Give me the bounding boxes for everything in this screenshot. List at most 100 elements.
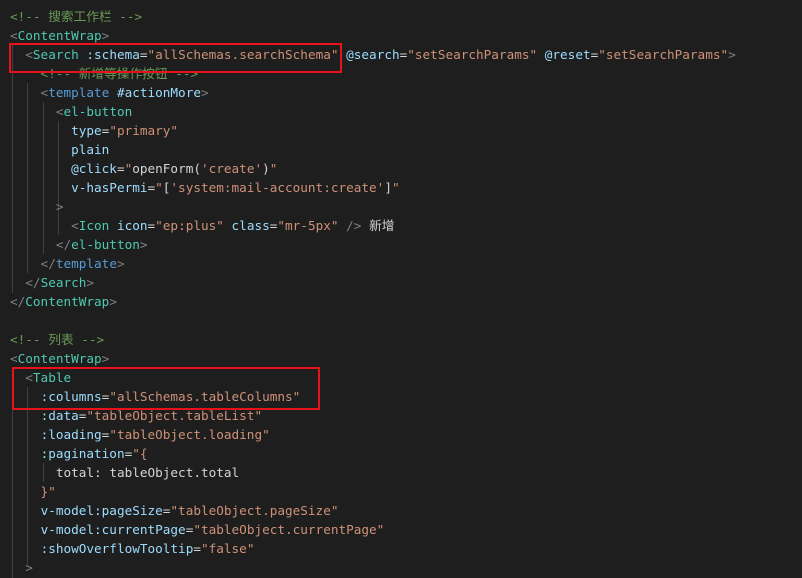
code-token: total: tableObject.total	[55, 465, 240, 480]
code-token: "{	[132, 446, 148, 461]
code-token: 'system:mail-account:create'	[170, 180, 385, 195]
code-editor[interactable]: <!-- 搜索工作栏 --> <ContentWrap> <Search :sch…	[0, 0, 802, 578]
code-line[interactable]: <ContentWrap>	[10, 349, 109, 368]
code-token: :schema	[86, 47, 140, 62]
code-token: v-model:currentPage	[40, 522, 186, 537]
code-token: class	[231, 218, 270, 233]
code-line[interactable]: <ContentWrap>	[10, 26, 109, 45]
code-token: >	[101, 351, 110, 366]
code-token: =	[193, 541, 201, 556]
code-token: :loading	[40, 427, 102, 442]
code-token: =	[147, 180, 156, 195]
code-token: Table	[32, 370, 72, 385]
code-line[interactable]: :columns="allSchemas.tableColumns"	[10, 387, 301, 406]
code-line[interactable]: @click="openForm('create')"	[10, 159, 277, 178]
code-line[interactable]: <Search :schema="allSchemas.searchSchema…	[10, 45, 736, 64]
code-token: "false"	[200, 541, 255, 556]
code-token: <!--	[10, 332, 49, 347]
code-token: <	[10, 351, 18, 366]
code-token: >	[10, 199, 64, 214]
code-line[interactable]: </el-button>	[10, 235, 148, 254]
code-token: >	[101, 28, 110, 43]
code-token: "mr-5px"	[277, 218, 339, 233]
code-token: Search	[40, 275, 87, 290]
code-line[interactable]: </Search>	[10, 273, 94, 292]
code-token: "	[155, 180, 163, 195]
code-token: Search	[32, 47, 79, 62]
code-line[interactable]: <Table	[10, 368, 71, 387]
code-token: @reset	[544, 47, 591, 62]
code-line[interactable]: >	[10, 558, 33, 577]
code-line[interactable]: :data="tableObject.tableList"	[10, 406, 263, 425]
code-token: :columns	[40, 389, 102, 404]
code-token: <!--	[10, 9, 49, 24]
code-token: ContentWrap	[25, 294, 110, 309]
code-line[interactable]: <!-- 列表 -->	[10, 330, 104, 349]
code-token: ContentWrap	[17, 28, 102, 43]
code-token: }"	[10, 484, 56, 499]
code-line[interactable]: :pagination="{	[10, 444, 148, 463]
code-token: type	[71, 123, 102, 138]
code-line[interactable]: v-model:currentPage="tableObject.current…	[10, 520, 385, 539]
code-line[interactable]: </ContentWrap>	[10, 292, 117, 311]
code-line[interactable]: <template #actionMore>	[10, 83, 209, 102]
code-line[interactable]: <!-- 搜索工作栏 -->	[10, 7, 142, 26]
code-token: ]	[384, 180, 392, 195]
code-token: -->	[73, 332, 105, 347]
code-token: 新增	[369, 218, 395, 233]
code-token: "allSchemas.tableColumns"	[109, 389, 301, 404]
code-token: )	[262, 161, 270, 176]
code-line[interactable]: </template>	[10, 254, 125, 273]
code-line[interactable]: v-hasPermi="['system:mail-account:create…	[10, 178, 400, 197]
code-line[interactable]: total: tableObject.total	[10, 463, 239, 482]
code-token: :showOverflowTooltip	[40, 541, 194, 556]
code-token: </	[10, 256, 56, 271]
code-token: "primary"	[109, 123, 179, 138]
code-token: @search	[346, 47, 400, 62]
code-token: "tableObject.tableList"	[86, 408, 263, 423]
code-token: "	[269, 161, 278, 176]
code-line[interactable]: type="primary"	[10, 121, 178, 140]
code-token: =	[116, 161, 125, 176]
code-token: plain	[71, 142, 110, 157]
code-line[interactable]: }"	[10, 482, 56, 501]
code-token: v-model:pageSize	[40, 503, 163, 518]
code-token: >	[139, 237, 148, 252]
code-token: >	[116, 256, 125, 271]
code-line[interactable]: plain	[10, 140, 109, 159]
code-token: :data	[40, 408, 79, 423]
code-token: <	[10, 104, 64, 119]
code-token: "	[391, 180, 400, 195]
code-token: "allSchemas.searchSchema"	[147, 47, 339, 62]
code-line[interactable]: :loading="tableObject.loading"	[10, 425, 270, 444]
code-line[interactable]: :showOverflowTooltip="false"	[10, 539, 255, 558]
code-token: >	[10, 560, 33, 575]
code-token: >	[728, 47, 736, 62]
code-token: <	[10, 370, 33, 385]
code-line[interactable]: <!-- 新增等操作按钮 -->	[10, 64, 199, 83]
code-line[interactable]: v-model:pageSize="tableObject.pageSize"	[10, 501, 339, 520]
code-token: el-button	[71, 237, 140, 252]
code-token: </	[10, 294, 26, 309]
code-token: -->	[111, 9, 143, 24]
code-line[interactable]: <el-button	[10, 102, 132, 121]
code-token: 列表	[48, 332, 74, 347]
code-token: Icon	[78, 218, 110, 233]
code-token: <!--	[10, 66, 79, 81]
code-token: "tableObject.currentPage"	[193, 522, 385, 537]
code-token: =	[147, 218, 156, 233]
code-line[interactable]: >	[10, 197, 64, 216]
code-token: ContentWrap	[17, 351, 102, 366]
code-line[interactable]: <Icon icon="ep:plus" class="mr-5px" /> 新…	[10, 216, 394, 235]
